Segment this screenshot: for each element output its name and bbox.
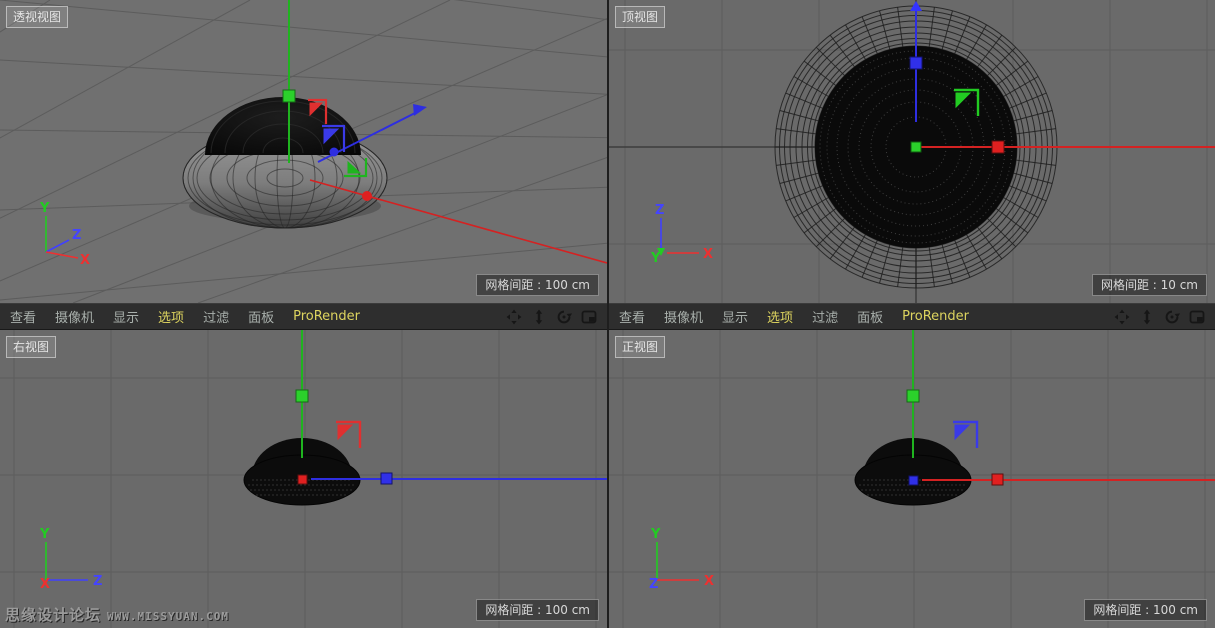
menu-item-7[interactable]: ProRender (902, 309, 969, 324)
axis-handle-z-knob[interactable] (909, 476, 918, 485)
menu-item-5[interactable]: 过滤 (812, 307, 838, 326)
menu-item-2[interactable]: 摄像机 (55, 307, 94, 326)
axis-label-x: X (40, 577, 50, 592)
zoom-icon[interactable] (1139, 309, 1155, 325)
menu-item-3[interactable]: 显示 (113, 307, 139, 326)
axis-handle-x-knob[interactable] (992, 141, 1004, 153)
move-icon[interactable] (506, 309, 522, 325)
menu-item-4[interactable]: 选项 (767, 307, 793, 326)
axis-handle-y-knob[interactable] (283, 90, 295, 102)
menu-items: 查看摄像机显示选项过滤面板 ProRender (619, 307, 969, 326)
viewport-right[interactable]: Y X Z 右视图 网格间距 : 100 cm (0, 330, 607, 628)
menu-item-1[interactable]: 查看 (619, 307, 645, 326)
axis-label-z: Z (655, 203, 664, 218)
rotate-icon[interactable] (1164, 309, 1180, 325)
axis-handle-y-knob[interactable] (296, 390, 308, 402)
axis-handle-x-knob[interactable] (298, 475, 307, 484)
watermark: 思缘设计论坛 WWW.MISSYUAN.COM (5, 604, 229, 625)
viewport-menubar-left: 查看摄像机显示选项过滤面板 ProRender (0, 303, 607, 330)
rotate-icon[interactable] (556, 309, 572, 325)
app-window: Y Z X 透视视图 网格间距 : 100 cm (0, 0, 1215, 628)
menu-item-2[interactable]: 摄像机 (664, 307, 703, 326)
grid-spacing-right: 网格间距 : 100 cm (476, 599, 599, 621)
axis-label-y: Y (39, 527, 50, 542)
viewport-label-top: 顶视图 (615, 6, 665, 28)
viewport-front[interactable]: Y Z X 正视图 网格间距 : 100 cm (609, 330, 1215, 628)
grid-spacing-front: 网格间距 : 100 cm (1084, 599, 1207, 621)
axis-handle-y-knob[interactable] (911, 142, 921, 152)
menu-items: 查看摄像机显示选项过滤面板 ProRender (10, 307, 360, 326)
zoom-icon[interactable] (531, 309, 547, 325)
menu-item-6[interactable]: 面板 (248, 307, 274, 326)
menu-item-6[interactable]: 面板 (857, 307, 883, 326)
axis-label-y: Y (650, 251, 661, 266)
viewport-menubar-right: 查看摄像机显示选项过滤面板 ProRender (609, 303, 1215, 330)
axis-label-z: Z (649, 577, 658, 592)
viewport-label-perspective: 透视视图 (6, 6, 68, 28)
menu-icons (506, 309, 597, 325)
viewport-perspective[interactable]: Y Z X 透视视图 网格间距 : 100 cm (0, 0, 607, 303)
axis-label-x: X (703, 247, 713, 262)
axis-label-z: Z (93, 574, 102, 589)
axis-label-x: X (704, 574, 714, 589)
viewport-label-front: 正视图 (615, 336, 665, 358)
axis-handle-z-knob[interactable] (330, 148, 339, 157)
viewport-toggle-icon[interactable] (581, 309, 597, 325)
menu-item-3[interactable]: 显示 (722, 307, 748, 326)
axis-handle-y-knob[interactable] (907, 390, 919, 402)
axis-handle-x-knob[interactable] (362, 191, 372, 201)
axis-label-z: Z (72, 228, 81, 243)
menu-item-7[interactable]: ProRender (293, 309, 360, 324)
viewport-label-right: 右视图 (6, 336, 56, 358)
axis-handle-z-knob[interactable] (910, 57, 922, 69)
axis-label-x: X (80, 253, 90, 268)
move-icon[interactable] (1114, 309, 1130, 325)
axis-handle-z-knob[interactable] (381, 473, 392, 484)
grid-spacing-top: 网格间距 : 10 cm (1092, 274, 1207, 296)
axis-label-y: Y (650, 527, 661, 542)
viewport-toggle-icon[interactable] (1189, 309, 1205, 325)
watermark-site-name: 思缘设计论坛 (5, 606, 101, 624)
axis-label-y: Y (39, 201, 50, 216)
watermark-site-url: WWW.MISSYUAN.COM (107, 610, 229, 623)
menu-item-5[interactable]: 过滤 (203, 307, 229, 326)
viewport-top[interactable]: Z Y X 顶视图 网格间距 : 10 cm (609, 0, 1215, 303)
grid-spacing-perspective: 网格间距 : 100 cm (476, 274, 599, 296)
axis-handle-x-knob[interactable] (992, 474, 1003, 485)
menu-item-4[interactable]: 选项 (158, 307, 184, 326)
menu-icons (1114, 309, 1205, 325)
menu-item-1[interactable]: 查看 (10, 307, 36, 326)
